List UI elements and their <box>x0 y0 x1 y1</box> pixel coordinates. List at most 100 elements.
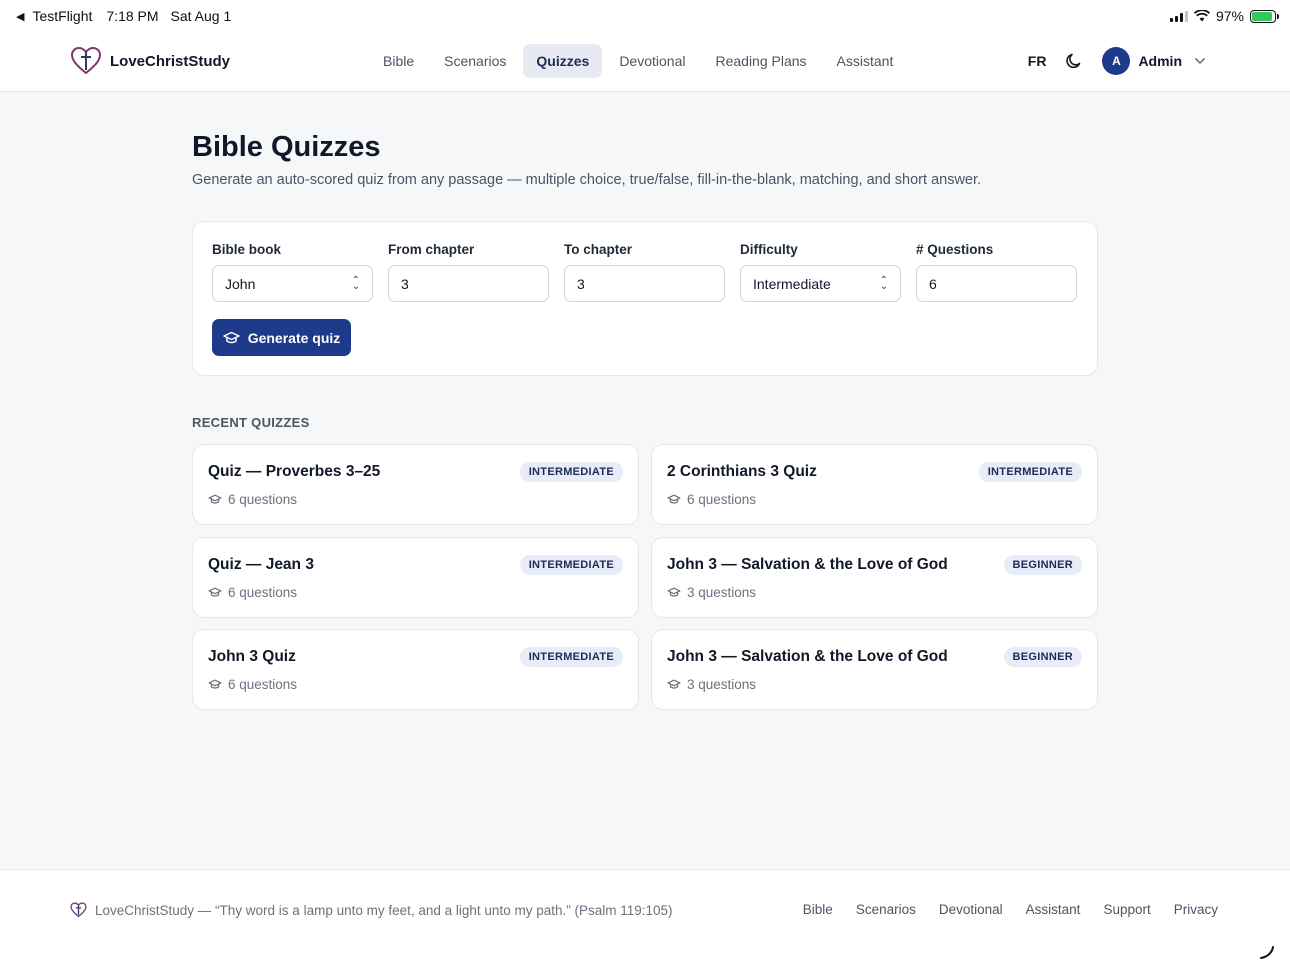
quiz-meta: 3 questions <box>667 677 756 692</box>
graduation-cap-icon <box>222 331 240 343</box>
footer-link-devotional[interactable]: Devotional <box>939 902 1003 917</box>
quiz-title: John 3 — Salvation & the Love of God <box>667 648 948 665</box>
to-chapter-value: 3 <box>577 275 585 292</box>
from-chapter-input[interactable]: 3 <box>388 265 549 302</box>
question-count: 3 questions <box>687 677 757 692</box>
status-date: Sat Aug 1 <box>170 8 232 24</box>
book-value: John <box>225 275 256 292</box>
quiz-title: John 3 Quiz <box>208 648 296 665</box>
avatar: A <box>1102 47 1131 75</box>
status-left: ◀ TestFlight 7:18 PM Sat Aug 1 <box>16 8 231 24</box>
loading-spinner-icon <box>1260 946 1274 959</box>
from-chapter-field: From chapter 3 <box>388 242 549 302</box>
wifi-icon <box>1193 10 1210 22</box>
footer-link-privacy[interactable]: Privacy <box>1174 902 1218 917</box>
footer-quote-text: LoveChristStudy — “Thy word is a lamp un… <box>95 902 673 918</box>
footer-link-bible[interactable]: Bible <box>803 902 833 917</box>
quiz-title: Quiz — Proverbes 3–25 <box>208 463 381 480</box>
status-time: 7:18 PM <box>106 8 159 24</box>
difficulty-value: Intermediate <box>753 275 831 292</box>
updown-chevron-icon: ⌃ ⌄ <box>351 274 360 292</box>
user-name: Admin <box>1138 53 1182 69</box>
to-chapter-input[interactable]: 3 <box>564 265 725 302</box>
moon-icon[interactable] <box>1064 51 1084 71</box>
to-chapter-label: To chapter <box>564 242 633 257</box>
recent-quizzes-heading: RECENT QUIZZES <box>192 415 310 430</box>
nav-assistant[interactable]: Assistant <box>824 44 907 78</box>
footer: LoveChristStudy — “Thy word is a lamp un… <box>0 869 1290 967</box>
footer-link-assistant[interactable]: Assistant <box>1026 902 1081 917</box>
chevron-down-icon <box>1194 57 1206 65</box>
footer-quote: LoveChristStudy — “Thy word is a lamp un… <box>70 902 673 918</box>
footer-links: Bible Scenarios Devotional Assistant Sup… <box>803 902 1218 917</box>
difficulty-select[interactable]: Intermediate ⌃ ⌄ <box>740 265 901 302</box>
main-nav: Bible Scenarios Quizzes Devotional Readi… <box>370 44 906 78</box>
brand[interactable]: LoveChristStudy <box>70 46 230 76</box>
page-subtitle: Generate an auto-scored quiz from any pa… <box>192 172 982 188</box>
question-count: 3 questions <box>687 585 757 600</box>
signal-icon <box>1169 10 1188 22</box>
difficulty-badge: INTERMEDIATE <box>519 462 623 482</box>
questions-input[interactable]: 6 <box>916 265 1077 302</box>
quiz-card[interactable]: John 3 — Salvation & the Love of God BEG… <box>651 537 1098 618</box>
book-label: Bible book <box>212 242 282 257</box>
graduation-cap-icon <box>667 679 681 689</box>
quiz-card[interactable]: John 3 — Salvation & the Love of God BEG… <box>651 629 1098 710</box>
question-count: 6 questions <box>687 492 757 507</box>
questions-field: # Questions 6 <box>916 242 1077 302</box>
header-actions: FR A Admin <box>1028 47 1206 75</box>
battery-icon <box>1250 9 1279 23</box>
quiz-meta: 6 questions <box>208 677 297 692</box>
question-count: 6 questions <box>228 492 298 507</box>
quiz-card[interactable]: John 3 Quiz INTERMEDIATE 6 questions <box>192 629 639 710</box>
quiz-meta: 3 questions <box>667 585 756 600</box>
quiz-meta: 6 questions <box>208 492 297 507</box>
questions-value: 6 <box>929 275 937 292</box>
difficulty-label: Difficulty <box>740 242 798 257</box>
difficulty-badge: INTERMEDIATE <box>519 555 623 575</box>
difficulty-badge: INTERMEDIATE <box>978 462 1082 482</box>
quiz-title: 2 Corinthians 3 Quiz <box>667 463 817 480</box>
updown-chevron-icon: ⌃ ⌄ <box>879 274 888 292</box>
generate-quiz-button[interactable]: Generate quiz <box>212 319 351 356</box>
graduation-cap-icon <box>667 587 681 597</box>
graduation-cap-icon <box>667 494 681 504</box>
questions-label: # Questions <box>916 242 994 257</box>
back-app-label[interactable]: TestFlight <box>32 8 92 24</box>
quiz-card[interactable]: Quiz — Proverbes 3–25 INTERMEDIATE 6 que… <box>192 444 639 525</box>
user-menu[interactable]: A Admin <box>1102 47 1206 75</box>
status-bar: ◀ TestFlight 7:18 PM Sat Aug 1 97% <box>0 0 1290 32</box>
quiz-card[interactable]: Quiz — Jean 3 INTERMEDIATE 6 questions <box>192 537 639 618</box>
nav-quizzes[interactable]: Quizzes <box>523 44 603 78</box>
language-toggle[interactable]: FR <box>1028 53 1047 69</box>
nav-scenarios[interactable]: Scenarios <box>431 44 519 78</box>
top-navigation: LoveChristStudy Bible Scenarios Quizzes … <box>0 32 1290 92</box>
nav-reading-plans[interactable]: Reading Plans <box>702 44 819 78</box>
from-chapter-value: 3 <box>401 275 409 292</box>
graduation-cap-icon <box>208 494 222 504</box>
book-select[interactable]: John ⌃ ⌄ <box>212 265 373 302</box>
back-arrow-icon[interactable]: ◀ <box>16 10 24 23</box>
brand-name: LoveChristStudy <box>110 52 231 70</box>
quiz-card[interactable]: 2 Corinthians 3 Quiz INTERMEDIATE 6 ques… <box>651 444 1098 525</box>
difficulty-badge: BEGINNER <box>1003 555 1082 575</box>
quiz-generator-form: Bible book John ⌃ ⌄ From chapter 3 To cha… <box>192 221 1098 376</box>
book-field: Bible book John ⌃ ⌄ <box>212 242 373 302</box>
question-count: 6 questions <box>228 585 298 600</box>
battery-percent: 97% <box>1215 8 1244 24</box>
page-title: Bible Quizzes <box>192 131 381 163</box>
quiz-meta: 6 questions <box>208 585 297 600</box>
nav-devotional[interactable]: Devotional <box>606 44 698 78</box>
footer-link-scenarios[interactable]: Scenarios <box>856 902 916 917</box>
quiz-title: Quiz — Jean 3 <box>208 556 314 573</box>
footer-link-support[interactable]: Support <box>1103 902 1150 917</box>
heart-cross-icon <box>70 46 102 75</box>
generate-quiz-label: Generate quiz <box>247 329 341 346</box>
quiz-meta: 6 questions <box>667 492 756 507</box>
difficulty-badge: BEGINNER <box>1003 647 1082 667</box>
nav-bible[interactable]: Bible <box>370 44 427 78</box>
quiz-title: John 3 — Salvation & the Love of God <box>667 556 948 573</box>
graduation-cap-icon <box>208 679 222 689</box>
difficulty-badge: INTERMEDIATE <box>519 647 623 667</box>
difficulty-field: Difficulty Intermediate ⌃ ⌄ <box>740 242 901 302</box>
